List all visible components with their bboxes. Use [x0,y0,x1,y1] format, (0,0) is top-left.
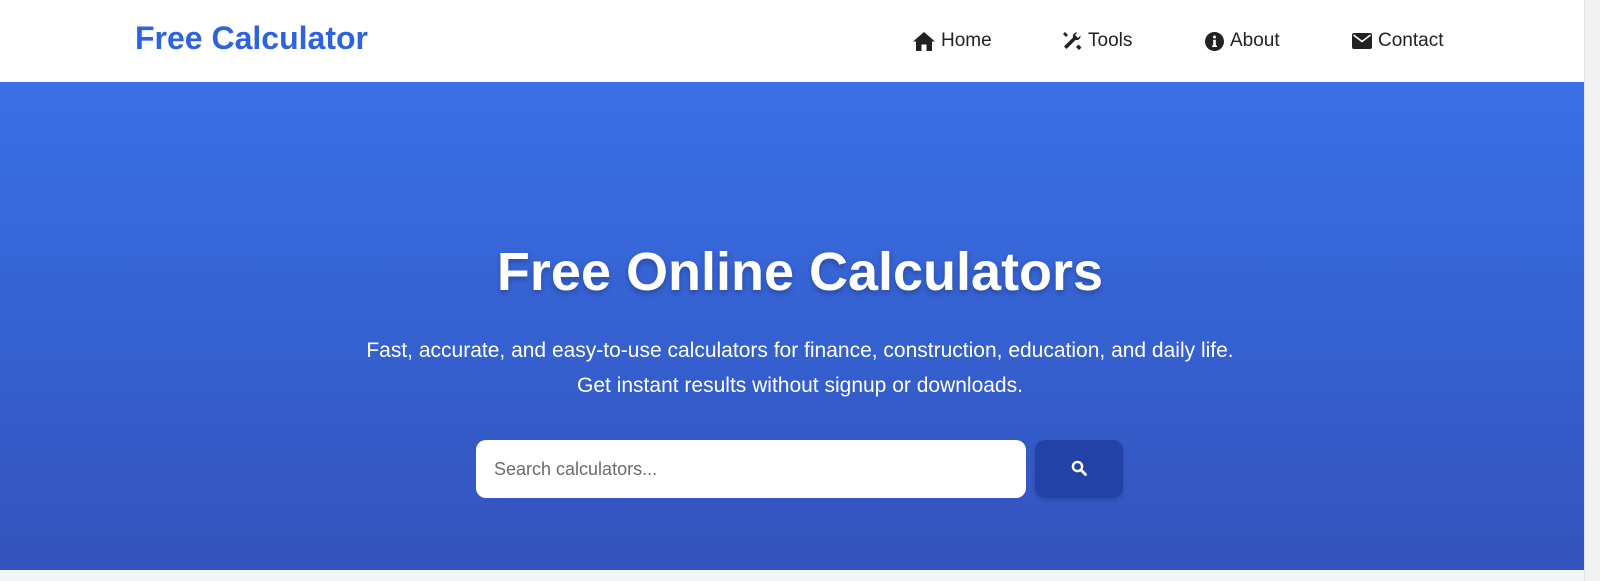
hero-subtitle: Fast, accurate, and easy-to-use calculat… [366,339,1234,397]
tools-icon [1062,31,1082,51]
brand-logo[interactable]: Free Calculator [135,19,368,57]
scrollbar[interactable] [1584,0,1600,581]
hero-section: Free Online Calculators Fast, accurate, … [0,82,1584,570]
nav-contact-label: Contact [1378,30,1444,51]
nav-about[interactable]: About [1205,28,1280,54]
hero-title: Free Online Calculators [496,242,1104,302]
envelope-icon [1352,33,1372,49]
home-icon [913,31,935,51]
search-input[interactable] [476,440,1026,498]
nav-tools-label: Tools [1088,30,1133,51]
info-icon [1205,31,1224,51]
nav-about-label: About [1230,30,1280,51]
search-button[interactable] [1035,440,1123,498]
nav-home-label: Home [941,30,992,51]
search-icon [1071,460,1087,479]
nav-contact[interactable]: Contact [1352,28,1443,54]
nav-home[interactable]: Home [913,28,992,54]
site-header: Free Calculator Home Tools About Contact [0,0,1600,82]
nav-tools[interactable]: Tools [1062,28,1132,54]
